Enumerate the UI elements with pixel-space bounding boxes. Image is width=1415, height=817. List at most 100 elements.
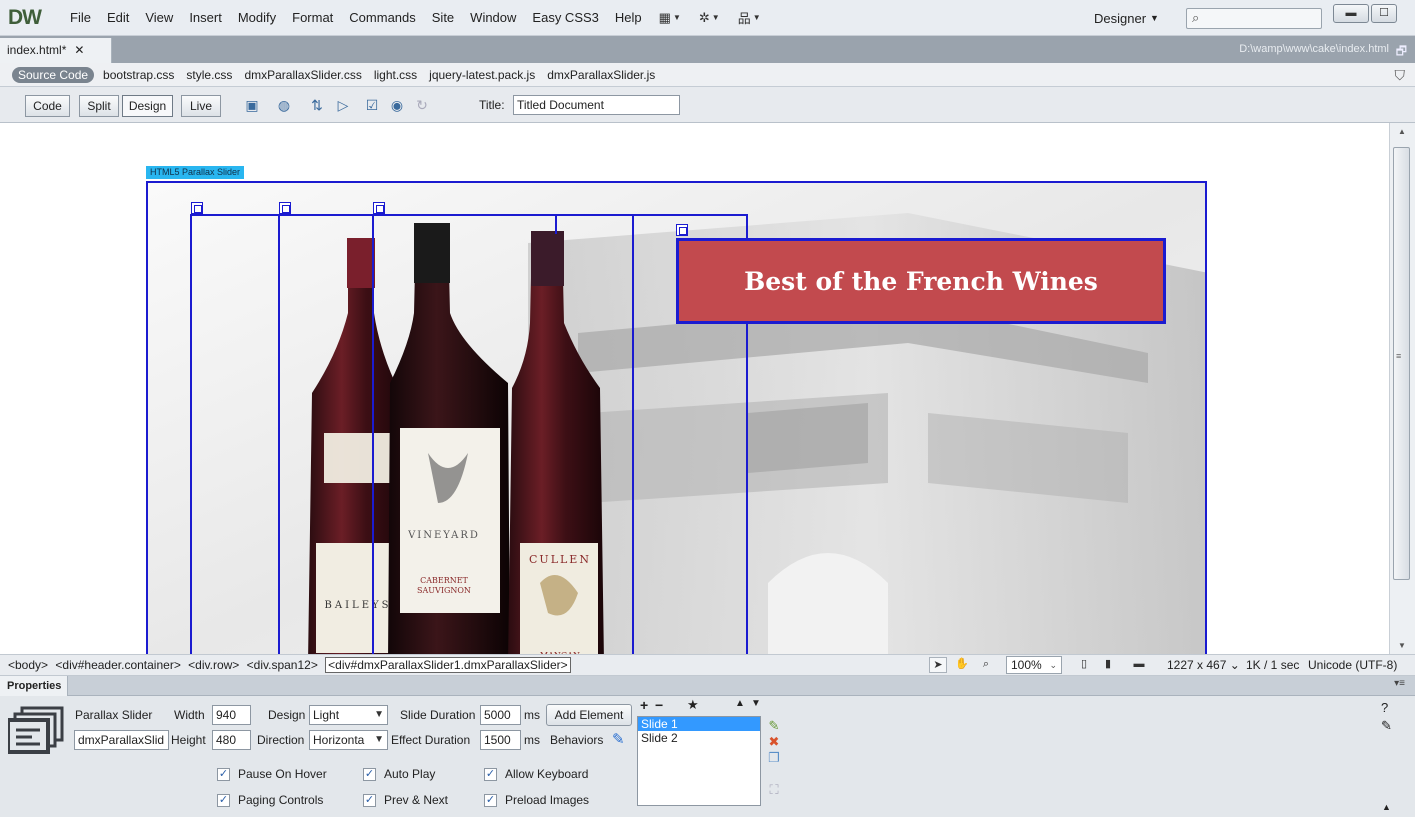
zoom-select[interactable]: 100% ⌄ — [1006, 656, 1062, 674]
allow-keyboard-checkbox[interactable]: ✓ Allow Keyboard — [484, 767, 588, 781]
checkbox-checked-icon: ✓ — [363, 793, 376, 807]
layer-handle[interactable] — [191, 202, 203, 214]
mobile-size-icon[interactable]: ▯ — [1075, 657, 1093, 673]
desktop-size-icon[interactable]: ▬ — [1130, 657, 1148, 673]
multiscreen-icon[interactable]: ▣ — [240, 96, 264, 114]
tab-index-html[interactable]: index.html* ✕ — [0, 38, 112, 63]
gear-icon[interactable]: ✲ ▼ — [699, 10, 720, 26]
tag-row[interactable]: <div.row> — [188, 658, 239, 672]
menu-help[interactable]: Help — [607, 10, 650, 25]
filter-icon[interactable]: ⛉ — [1395, 67, 1406, 84]
site-icon[interactable]: 品 ▼ — [738, 8, 761, 27]
edit-slide-icon[interactable]: ✎ — [765, 718, 783, 734]
move-down-button[interactable]: ▼ — [751, 698, 761, 709]
headline-layer[interactable]: Best of the French Wines — [676, 238, 1166, 324]
label-text: BAILEYS — [325, 600, 392, 611]
menu-view[interactable]: View — [137, 10, 181, 25]
tag-body[interactable]: <body> — [8, 658, 48, 672]
quick-tag-editor-icon[interactable]: ✎ — [1381, 718, 1392, 734]
add-slide-button[interactable]: + — [640, 697, 648, 713]
zoom-tool-icon[interactable]: ⌕ — [977, 657, 995, 673]
direction-select[interactable]: Horizonta ▼ — [309, 730, 388, 750]
hand-tool-icon[interactable]: ✋ — [953, 657, 971, 673]
panel-menu-icon[interactable]: ▾≡ — [1394, 678, 1405, 689]
file-management-icon[interactable]: ⇅ — [305, 96, 329, 114]
menu-easy-css3[interactable]: Easy CSS3 — [524, 10, 606, 25]
window-size[interactable]: 1227 x 467 ⌄ — [1167, 658, 1240, 672]
delete-slide-icon[interactable]: ✖ — [765, 734, 783, 750]
preload-images-checkbox[interactable]: ✓ Preload Images — [484, 793, 589, 807]
slider-tag-label[interactable]: HTML5 Parallax Slider — [146, 166, 245, 179]
maximize-button[interactable]: ☐ — [1371, 4, 1397, 23]
scroll-down-icon[interactable]: ▼ — [1398, 641, 1406, 650]
pause-on-hover-label: Pause On Hover — [238, 767, 327, 781]
preview-browser-icon[interactable]: ◍ — [272, 96, 296, 114]
minimize-button[interactable]: ▬ — [1333, 4, 1369, 23]
slide-duration-input[interactable]: 5000 — [480, 705, 521, 725]
width-input[interactable]: 940 — [212, 705, 251, 725]
related-file[interactable]: dmxParallaxSlider.js — [547, 68, 655, 82]
menu-file[interactable]: File — [62, 10, 99, 25]
close-icon[interactable]: ✕ — [74, 43, 84, 57]
scroll-up-icon[interactable]: ▲ — [1398, 127, 1406, 136]
source-code-button[interactable]: Source Code — [12, 66, 95, 83]
layer-handle[interactable] — [279, 202, 291, 214]
design-canvas[interactable]: HTML5 Parallax Slider VINEYARD CULLEN BA… — [0, 123, 1389, 654]
visual-aids-icon[interactable]: ◉ — [385, 96, 409, 114]
height-input[interactable]: 480 — [212, 730, 251, 750]
design-select[interactable]: Light ▼ — [309, 705, 388, 725]
duplicate-slide-icon[interactable]: ❐ — [765, 750, 783, 766]
refresh-icon[interactable]: ↻ — [410, 96, 434, 114]
properties-tab[interactable]: Properties — [0, 676, 68, 696]
star-icon[interactable]: ★ — [687, 697, 699, 713]
vertical-scrollbar[interactable]: ▲ ≡ ▼ — [1389, 123, 1415, 654]
validate-icon[interactable]: ☑ — [360, 96, 384, 114]
collapse-panel-icon[interactable]: ▲ — [1382, 802, 1391, 812]
related-file[interactable]: style.css — [186, 68, 232, 82]
expand-icon[interactable]: ⛶ — [765, 782, 783, 798]
menu-commands[interactable]: Commands — [341, 10, 423, 25]
design-view-button[interactable]: Design — [122, 95, 173, 117]
slide-item[interactable]: Slide 1 — [638, 717, 760, 731]
related-file[interactable]: dmxParallaxSlider.css — [244, 68, 361, 82]
document-title-input[interactable] — [513, 95, 680, 115]
menu-window[interactable]: Window — [462, 10, 524, 25]
effect-duration-input[interactable]: 1500 — [480, 730, 521, 750]
tag-header[interactable]: <div#header.container> — [55, 658, 180, 672]
add-element-button[interactable]: Add Element — [546, 704, 632, 726]
layout-icon[interactable]: ▦ ▼ — [659, 10, 681, 26]
menu-format[interactable]: Format — [284, 10, 341, 25]
related-file[interactable]: jquery-latest.pack.js — [429, 68, 535, 82]
element-id-input[interactable]: dmxParallaxSlid — [74, 730, 169, 750]
menu-insert[interactable]: Insert — [181, 10, 230, 25]
layer-handle[interactable] — [373, 202, 385, 214]
related-file[interactable]: bootstrap.css — [103, 68, 174, 82]
help-icon[interactable]: ? — [1381, 700, 1388, 715]
menu-modify[interactable]: Modify — [230, 10, 284, 25]
layer-handle[interactable] — [676, 224, 688, 236]
slides-list[interactable]: Slide 1 Slide 2 — [637, 716, 761, 806]
restore-window-icon[interactable]: 🗗 — [1396, 42, 1407, 63]
tag-parallax-slider[interactable]: <div#dmxParallaxSlider1.dmxParallaxSlide… — [325, 657, 571, 673]
move-up-button[interactable]: ▲ — [735, 698, 745, 709]
live-view-button[interactable]: Live — [181, 95, 221, 117]
check-browser-icon[interactable]: ▷ — [331, 96, 355, 114]
pointer-tool-icon[interactable]: ➤ — [929, 657, 947, 673]
workspace-switcher[interactable]: Designer ▼ — [1094, 0, 1159, 36]
pause-on-hover-checkbox[interactable]: ✓ Pause On Hover — [217, 767, 327, 781]
help-search-input[interactable]: ⌕ — [1186, 8, 1322, 29]
prev-next-checkbox[interactable]: ✓ Prev & Next — [363, 793, 448, 807]
split-view-button[interactable]: Split — [79, 95, 119, 117]
paging-controls-checkbox[interactable]: ✓ Paging Controls — [217, 793, 323, 807]
auto-play-checkbox[interactable]: ✓ Auto Play — [363, 767, 435, 781]
tablet-size-icon[interactable]: ▮ — [1099, 657, 1117, 673]
behaviors-icon[interactable]: ✎ — [612, 730, 625, 748]
tag-span12[interactable]: <div.span12> — [247, 658, 318, 672]
remove-slide-button[interactable]: − — [655, 697, 663, 713]
code-view-button[interactable]: Code — [25, 95, 70, 117]
related-file[interactable]: light.css — [374, 68, 417, 82]
menu-edit[interactable]: Edit — [99, 10, 137, 25]
slide-item[interactable]: Slide 2 — [638, 731, 760, 745]
scrollbar-thumb[interactable] — [1393, 147, 1410, 580]
menu-site[interactable]: Site — [424, 10, 462, 25]
